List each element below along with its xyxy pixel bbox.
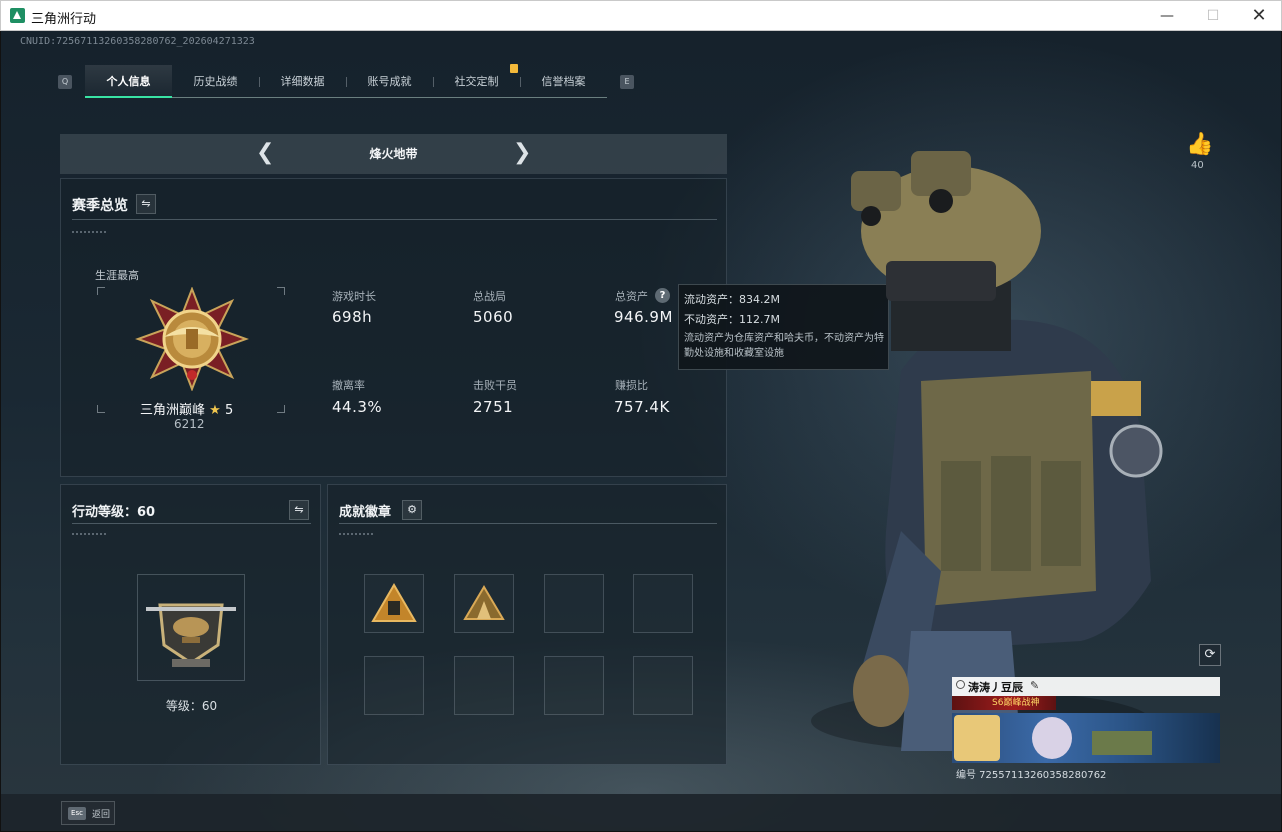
stat-kills-label: 击败干员 <box>473 379 517 392</box>
frame-corner <box>97 405 105 413</box>
notification-badge <box>510 64 518 73</box>
level-caption: 等级：60 <box>165 699 218 713</box>
banner-weapon-art <box>1092 731 1152 755</box>
app-logo-icon <box>10 8 25 23</box>
tab-match-history[interactable]: 历史战绩 <box>172 65 259 98</box>
minimize-button[interactable]: — <box>1144 1 1190 31</box>
rank-name: 三角洲巅峰 ★ 5 <box>140 399 233 418</box>
mode-next-arrow-icon[interactable]: ❯ <box>513 141 531 165</box>
refresh-icon[interactable]: ⟳ <box>1199 644 1221 666</box>
badges-title: 成就徽章 <box>339 505 392 520</box>
tooltip-fixed-assets: 不动资产：112.7M <box>684 313 780 326</box>
frame-corner <box>97 287 105 295</box>
tab-personal-info[interactable]: 个人信息 <box>85 65 172 98</box>
divider <box>72 523 311 524</box>
stat-profit-ratio-value: 757.4K <box>614 398 670 416</box>
player-id: 编号 725571132603582807​62 <box>956 770 1107 781</box>
profile-tab-bar: 个人信息 历史战绩 详细数据 账号成就 社交定制 信誉档案 <box>85 65 607 98</box>
rank-emblem-icon <box>135 287 249 391</box>
game-viewport: CNUID:7256711326035828076​2_202604271323… <box>1 31 1281 831</box>
mode-selector: ❮ 烽火地带 ❯ <box>60 134 727 174</box>
edit-name-icon[interactable]: ✎ <box>1030 679 1039 692</box>
tab-social-customize[interactable]: 社交定制 <box>433 65 520 98</box>
level-swap-icon[interactable]: ⇋ <box>289 500 309 520</box>
operator-character-icon <box>811 151 1163 751</box>
rank-level: 5 <box>224 403 234 418</box>
badge-slot-4[interactable] <box>633 574 693 633</box>
divider-dots <box>72 533 106 535</box>
stat-playtime-label: 游戏时长 <box>332 290 376 303</box>
close-button[interactable]: ✕ <box>1236 1 1282 31</box>
back-label: 返回 <box>92 810 111 820</box>
stat-total-matches-label: 总战局 <box>473 290 506 303</box>
divider-dots <box>339 533 373 535</box>
player-name: 涛涛丿豆辰 <box>968 681 1023 694</box>
namecard-name-bar: 涛涛丿豆辰 ✎ <box>952 677 1220 696</box>
stat-extraction-rate-value: 44.3% <box>332 398 383 416</box>
badges-settings-icon[interactable]: ⚙ <box>402 500 422 520</box>
stat-kills-value: 2751 <box>473 398 514 416</box>
helicopter-emblem-icon <box>146 603 236 667</box>
divider-dots <box>72 231 106 233</box>
avatar <box>954 715 1000 761</box>
operation-level-title: 行动等级：60 <box>72 505 156 520</box>
badge-slot-2[interactable] <box>454 574 514 633</box>
hazard-badge-icon <box>371 583 417 622</box>
badge-slot-1[interactable] <box>364 574 424 633</box>
tab-detailed-data[interactable]: 详细数据 <box>259 65 346 98</box>
bottom-bar: Esc 返回 <box>1 794 1281 831</box>
stat-total-matches-value: 5060 <box>473 308 514 326</box>
season-overview-title: 赛季总览 <box>72 198 128 214</box>
frame-corner <box>277 405 285 413</box>
stat-extraction-rate-label: 撤离率 <box>332 379 365 392</box>
frame-corner <box>277 287 285 295</box>
mountain-badge-icon <box>463 585 505 620</box>
stat-total-assets-label: 总资产 <box>615 290 648 303</box>
like-count: 40 <box>1191 160 1204 171</box>
divider <box>72 219 717 220</box>
player-title: S6巅峰战神 <box>992 698 1040 708</box>
stat-playtime-value: 698h <box>332 308 373 326</box>
badge-slot-5[interactable] <box>364 656 424 715</box>
season-overview-panel: 赛季总览 ⇋ 生涯最高 三角洲巅峰 ★ 5 6212 游戏时长 698h 总战局… <box>60 178 727 477</box>
tab-account-achievements[interactable]: 账号成就 <box>346 65 433 98</box>
next-tab-key-hint[interactable]: E <box>620 75 634 89</box>
rank-score: 6212 <box>174 417 205 431</box>
rank-star-icon: ★ <box>209 403 221 418</box>
badge-slot-6[interactable] <box>454 656 514 715</box>
mode-title: 烽火地带 <box>369 147 418 161</box>
achievement-badges-panel: 成就徽章 ⚙ <box>327 484 727 765</box>
maximize-button[interactable]: ☐ <box>1190 1 1236 31</box>
stat-profit-ratio-label: 赚损比 <box>615 379 648 392</box>
back-button[interactable]: Esc 返回 <box>61 801 115 825</box>
player-title-badge: S6巅峰战神 <box>952 696 1056 710</box>
season-swap-icon[interactable]: ⇋ <box>136 194 156 214</box>
badge-slot-7[interactable] <box>544 656 604 715</box>
player-namecard: 涛涛丿豆辰 ✎ S6巅峰战神 编号 725571132603582807​62 <box>952 677 1220 791</box>
banner-character-art <box>1032 717 1072 759</box>
window-titlebar: 三角洲行动 — ☐ ✕ <box>0 0 1282 31</box>
uid-text: CNUID:7256711326035828076​2_202604271323 <box>20 36 255 47</box>
tab-credit-record[interactable]: 信誉档案 <box>520 65 607 98</box>
divider <box>339 523 717 524</box>
like-icon[interactable]: 👍 <box>1186 132 1213 157</box>
badge-slot-3[interactable] <box>544 574 604 633</box>
rank-name-text: 三角洲巅峰 <box>140 403 206 418</box>
badge-slot-8[interactable] <box>633 656 693 715</box>
level-emblem-frame <box>137 574 245 681</box>
stat-total-assets-value: 946.9M <box>614 308 673 326</box>
operation-level-panel: 行动等级：60 ⇋ 等级：60 <box>60 484 321 765</box>
assets-help-icon[interactable]: ? <box>655 288 670 303</box>
career-best-label: 生涯最高 <box>95 269 139 282</box>
prev-tab-key-hint[interactable]: Q <box>58 75 72 89</box>
player-marker-icon <box>956 680 965 689</box>
window-title: 三角洲行动 <box>31 12 97 27</box>
namecard-banner <box>952 713 1220 763</box>
esc-key-icon: Esc <box>68 807 86 820</box>
tooltip-liquid-assets: 流动资产：834.2M <box>684 293 780 306</box>
